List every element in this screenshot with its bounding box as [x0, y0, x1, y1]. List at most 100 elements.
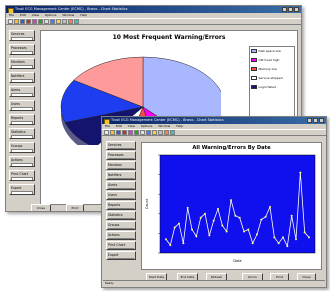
- refresh-icon[interactable]: [134, 130, 139, 135]
- new-icon[interactable]: [8, 19, 13, 24]
- sidebar-item-label: Actions: [108, 233, 120, 237]
- sidebar-item-notifiers[interactable]: Notifiers: [9, 72, 35, 83]
- title-bar[interactable]: Tivoli ECG Management Center (ECMC) - Br…: [102, 117, 326, 124]
- data-point: [299, 171, 302, 174]
- toolbar: [102, 129, 326, 136]
- sidebar-item-print-chart[interactable]: Print Chart: [9, 170, 35, 181]
- warning-icon[interactable]: [164, 130, 169, 135]
- print-button[interactable]: Print: [66, 204, 84, 211]
- minimize-icon[interactable]: [282, 7, 287, 12]
- sidebar-item-users[interactable]: Users: [9, 100, 35, 111]
- sidebar-item-statistics[interactable]: Statistics: [106, 211, 136, 220]
- title-bar[interactable]: Tivoli ECG Management Center (ECMC) - Br…: [6, 6, 301, 13]
- sidebar-field: [108, 197, 134, 199]
- sidebar-item-label: Processes: [11, 46, 27, 50]
- sidebar-item-export[interactable]: Export: [9, 184, 35, 195]
- chart-icon[interactable]: [128, 130, 133, 135]
- print-icon[interactable]: [44, 19, 49, 24]
- menu-item[interactable]: Edit: [20, 13, 26, 17]
- sidebar-item-services[interactable]: Services: [9, 30, 35, 41]
- sidebar-item-statistics[interactable]: Statistics: [9, 128, 35, 139]
- stop-icon[interactable]: [26, 19, 31, 24]
- sidebar-item-monitors[interactable]: Monitors: [9, 58, 35, 69]
- settings-icon[interactable]: [62, 19, 67, 24]
- window-controls: [282, 7, 299, 12]
- open-icon[interactable]: [110, 130, 115, 135]
- menu-item[interactable]: Options: [141, 124, 153, 128]
- legend-label: Service stopped: [258, 75, 283, 80]
- legend-swatch: [251, 66, 257, 71]
- window-controls: [307, 118, 324, 123]
- save-icon[interactable]: [116, 130, 121, 135]
- menu-item[interactable]: File: [105, 124, 110, 128]
- sidebar-field: [108, 227, 134, 229]
- x-axis-label: Date: [233, 259, 241, 263]
- sidebar-item-services[interactable]: Services: [106, 141, 136, 150]
- data-point: [256, 233, 258, 236]
- menu-item[interactable]: Help: [176, 124, 183, 128]
- minimize-icon[interactable]: [307, 118, 312, 123]
- chart-icon[interactable]: [32, 19, 37, 24]
- sidebar-item-export[interactable]: Export: [106, 251, 136, 260]
- sidebar-item-notifiers[interactable]: Notifiers: [106, 171, 136, 180]
- menu-item[interactable]: Help: [80, 13, 87, 17]
- close-icon[interactable]: [319, 118, 324, 123]
- menu-item[interactable]: View: [32, 13, 39, 17]
- sidebar-item-print-chart[interactable]: Print Chart: [106, 241, 136, 250]
- open-icon[interactable]: [14, 19, 19, 24]
- sidebar-item-label: Statistics: [11, 130, 26, 134]
- sidebar-item-reports[interactable]: Reports: [106, 201, 136, 210]
- sidebar-field: [11, 176, 33, 180]
- sidebar-field: [108, 167, 134, 169]
- new-icon[interactable]: [104, 130, 109, 135]
- data-point: [264, 215, 267, 218]
- sidebar-item-alerts[interactable]: Alerts: [9, 86, 35, 97]
- warning-icon[interactable]: [68, 19, 73, 24]
- refresh-icon[interactable]: [38, 19, 43, 24]
- sidebar-item-monitors[interactable]: Monitors: [106, 161, 136, 170]
- sidebar-item-actions[interactable]: Actions: [106, 231, 136, 240]
- menu-item[interactable]: View: [128, 124, 135, 128]
- data-point: [182, 242, 185, 245]
- sidebar-field: [11, 106, 33, 110]
- help-icon[interactable]: [146, 130, 151, 135]
- save-icon[interactable]: [20, 19, 25, 24]
- sidebar-item-groups[interactable]: Groups: [106, 221, 136, 230]
- sidebar-field: [11, 36, 33, 40]
- close-icon[interactable]: [294, 7, 299, 12]
- menu-item[interactable]: Window: [158, 124, 170, 128]
- sidebar-item-users[interactable]: Users: [106, 191, 136, 200]
- sidebar-item-processes[interactable]: Processes: [9, 44, 35, 55]
- menu-item[interactable]: File: [9, 13, 14, 17]
- menu-item[interactable]: Options: [45, 13, 57, 17]
- sidebar-field: [11, 190, 33, 194]
- stop-icon[interactable]: [122, 130, 127, 135]
- alert-icon[interactable]: [152, 130, 157, 135]
- alert-icon[interactable]: [56, 19, 61, 24]
- sidebar-item-processes[interactable]: Processes: [106, 151, 136, 160]
- settings-icon[interactable]: [158, 130, 163, 135]
- help-icon[interactable]: [50, 19, 55, 24]
- chart-title: 10 Most Frequent Warning/Errors: [112, 34, 226, 41]
- window-title: Tivoli ECG Management Center (ECMC) - Br…: [15, 7, 128, 11]
- sidebar-item-label: Monitors: [11, 60, 25, 64]
- close-button[interactable]: Close: [31, 204, 51, 211]
- menu-item[interactable]: Edit: [116, 124, 122, 128]
- maximize-icon[interactable]: [313, 118, 318, 123]
- sidebar-field: [11, 134, 33, 138]
- menu-item[interactable]: Window: [62, 13, 74, 17]
- print-icon[interactable]: [140, 130, 145, 135]
- maximize-icon[interactable]: [288, 7, 293, 12]
- sidebar-field: [11, 162, 33, 166]
- sidebar-item-label: Alerts: [108, 183, 118, 187]
- sidebar-item-actions[interactable]: Actions: [9, 156, 35, 167]
- sidebar-field: [108, 157, 134, 159]
- sidebar-item-alerts[interactable]: Alerts: [106, 181, 136, 190]
- sidebar-item-reports[interactable]: Reports: [9, 114, 35, 125]
- sidebar-item-groups[interactable]: Groups: [9, 142, 35, 153]
- network-icon[interactable]: [170, 130, 175, 135]
- window-statistics-front[interactable]: Tivoli ECG Management Center (ECMC) - Br…: [101, 116, 327, 288]
- network-icon[interactable]: [74, 19, 79, 24]
- data-point: [191, 228, 193, 231]
- data-point: [208, 234, 211, 237]
